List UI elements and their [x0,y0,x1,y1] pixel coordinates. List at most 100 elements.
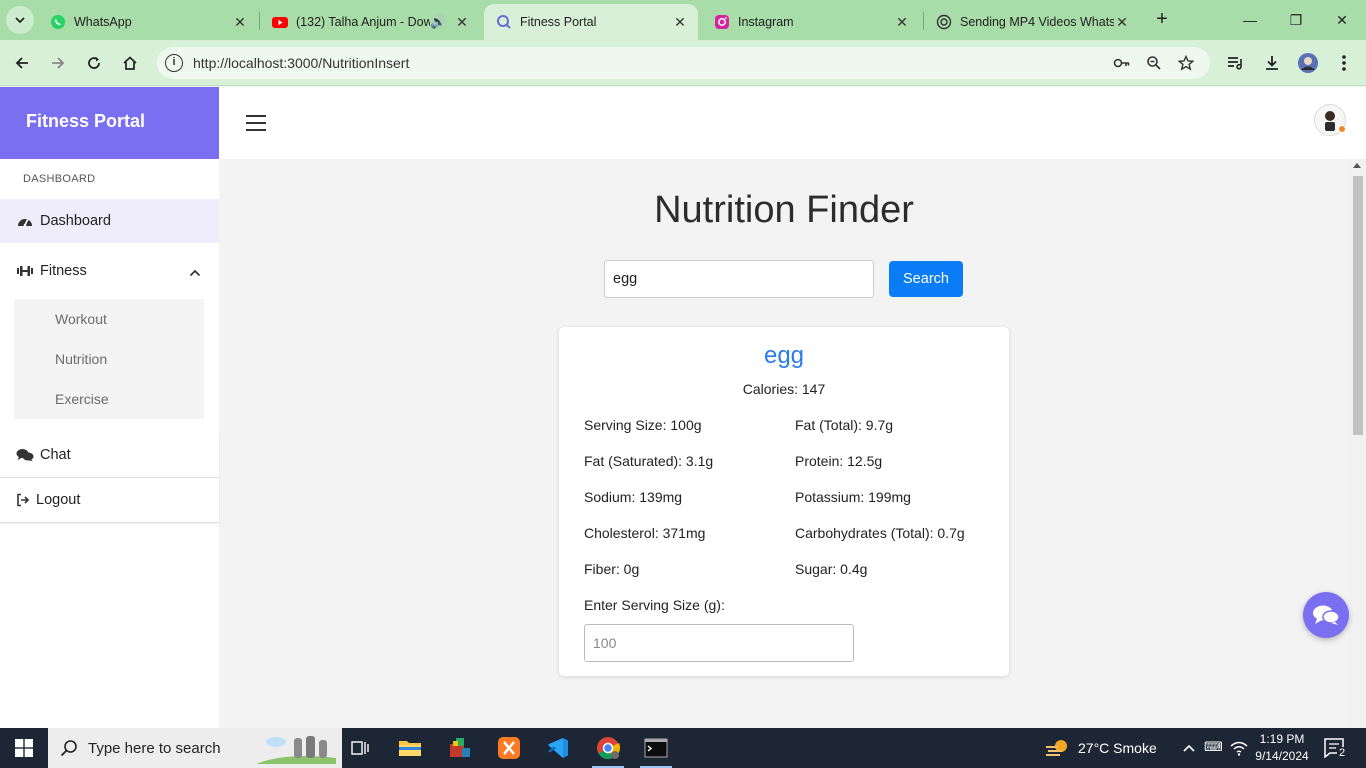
sidebar-subitem-workout[interactable]: Workout [14,299,204,339]
key-icon[interactable] [1112,53,1132,73]
nutrient-sodium: Sodium: 139mg [584,489,683,505]
arrow-left-icon [15,57,28,69]
chrome-button[interactable] [584,728,632,768]
page-viewport: Fitness Portal DASHBOARD Dashboard Fitne… [0,87,1366,728]
sidebar-subitem-nutrition[interactable]: Nutrition [14,339,204,379]
close-tab-icon[interactable]: ✕ [232,14,248,30]
address-bar[interactable]: i http://localhost:3000/NutritionInsert [157,47,1210,79]
brand-logo[interactable]: Fitness Portal [0,87,219,159]
nutrient-sugar: Sugar: 0.4g [795,561,868,577]
weather-text[interactable]: 27°C Smoke [1078,740,1157,756]
browser-tab-chatgpt[interactable]: Sending MP4 Videos Whats ✕ [924,4,1140,40]
sidebar-item-logout[interactable]: Logout [0,478,219,522]
serving-size-label: Enter Serving Size (g): [584,597,725,613]
tab-title: (132) Talha Anjum - Dow [296,15,430,29]
star-icon[interactable] [1176,53,1196,73]
search-button[interactable]: Search [889,261,963,297]
close-tab-icon[interactable]: ✕ [1114,14,1130,30]
chevron-up-icon[interactable] [189,265,201,281]
browser-tab-whatsapp[interactable]: WhatsApp ✕ [38,4,258,40]
site-info-icon[interactable]: i [165,54,183,72]
windows-taskbar: Type here to search 27°C Smoke ⌨ 1:19 PM… [0,728,1366,768]
sidebar: Fitness Portal DASHBOARD Dashboard Fitne… [0,87,219,728]
close-tab-icon[interactable]: ✕ [672,14,688,30]
taskbar-search-box[interactable]: Type here to search [48,728,342,768]
hamburger-menu-icon[interactable] [246,115,266,131]
colorful-app-icon [450,738,470,757]
sidebar-subitem-exercise[interactable]: Exercise [14,379,204,419]
browser-toolbar: i http://localhost:3000/NutritionInsert [0,40,1366,86]
home-button[interactable] [118,51,142,75]
fitness-submenu: Workout Nutrition Exercise [14,299,204,419]
youtube-icon [272,14,288,30]
sidebar-item-fitness[interactable]: Fitness [0,255,219,287]
sidebar-item-label: Dashboard [40,213,111,229]
chatgpt-icon [936,14,952,30]
reload-button[interactable] [82,51,106,75]
vscode-icon [548,738,568,758]
nutrient-fat-saturated: Fat (Saturated): 3.1g [584,453,714,469]
portal-icon [496,14,512,30]
speaker-icon[interactable]: 🔊 [430,14,446,30]
input-language-icon[interactable]: ⌨ [1204,739,1223,755]
scroll-up-arrow-icon[interactable] [1353,163,1361,168]
vscode-button[interactable] [534,728,582,768]
nutrient-fat-total: Fat (Total): 9.7g [795,417,894,433]
search-icon [60,739,78,761]
url-text[interactable]: http://localhost:3000/NutritionInsert [193,55,409,71]
close-window-button[interactable]: ✕ [1330,8,1354,32]
task-view-button[interactable] [336,728,384,768]
file-explorer-button[interactable] [386,728,434,768]
sidebar-item-dashboard[interactable]: Dashboard [0,199,219,243]
scrollbar-thumb[interactable] [1353,176,1363,435]
folder-icon [399,741,421,756]
new-tab-button[interactable]: + [1150,8,1174,32]
restore-button[interactable]: ❐ [1284,8,1308,32]
arrow-right-icon [52,57,65,69]
browser-tab-instagram[interactable]: Instagram ✕ [702,4,920,40]
comments-icon [1313,605,1340,625]
chat-fab-button[interactable] [1303,592,1349,638]
task-view-icon [351,741,369,755]
nutrient-serving-size: Serving Size: 100g [584,417,702,433]
comments-icon [16,447,34,463]
reload-icon [88,57,100,69]
user-avatar[interactable] [1314,104,1346,136]
browser-tab-fitness-portal[interactable]: Fitness Portal ✕ [484,4,698,40]
system-clock[interactable]: 1:19 PM 9/14/2024 [1252,731,1312,765]
page-title: Nutrition Finder [654,189,914,231]
start-button[interactable] [0,728,48,768]
terminal-button[interactable] [632,728,680,768]
close-tab-icon[interactable]: ✕ [894,14,910,30]
zoom-icon[interactable] [1144,53,1164,73]
dumbbell-icon [16,263,34,279]
xampp-button[interactable] [485,728,533,768]
forward-button[interactable] [46,51,70,75]
chrome-icon [597,737,621,760]
page-scrollbar[interactable] [1349,159,1366,728]
sidebar-item-chat[interactable]: Chat [0,433,219,477]
nutrient-fiber: Fiber: 0g [584,561,640,577]
status-dot [1338,125,1346,133]
tab-title: Instagram [738,15,794,29]
minimize-button[interactable]: — [1238,8,1262,32]
nutrient-potassium: Potassium: 199mg [795,489,911,505]
back-button[interactable] [10,51,34,75]
serving-size-input[interactable] [584,624,854,662]
tab-search-button[interactable] [6,6,34,34]
logout-icon [16,492,30,508]
menu-dots-icon[interactable] [1332,51,1356,75]
taskbar-app-button[interactable] [436,728,484,768]
sidebar-item-label: Chat [40,447,71,463]
browser-tabstrip: WhatsApp ✕ (132) Talha Anjum - Dow 🔊 ✕ F… [0,0,1366,40]
browser-tab-youtube[interactable]: (132) Talha Anjum - Dow 🔊 ✕ [260,4,480,40]
terminal-icon [644,738,668,758]
download-icon[interactable] [1260,51,1284,75]
close-tab-icon[interactable]: ✕ [454,14,470,30]
profile-avatar-icon[interactable] [1296,51,1320,75]
wifi-icon[interactable] [1230,740,1248,761]
chevron-up-icon[interactable] [1182,741,1196,760]
sidebar-item-logout-card: Logout [0,478,219,523]
food-search-input[interactable] [604,260,874,298]
media-control-icon[interactable] [1224,51,1248,75]
